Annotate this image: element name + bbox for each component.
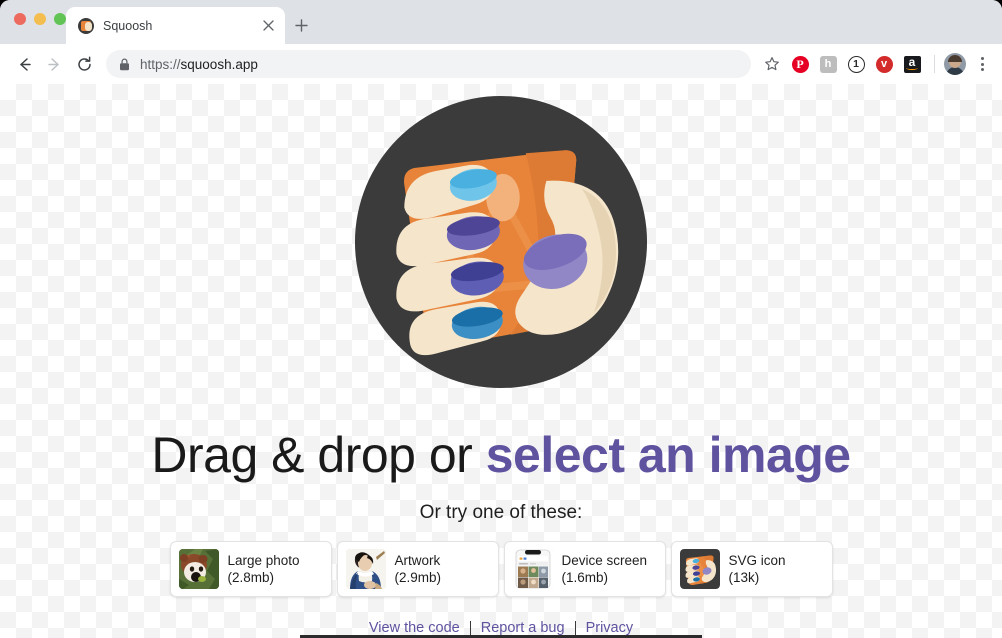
- sample-title: Large photo: [227, 552, 300, 568]
- footer-divider: [469, 620, 471, 636]
- close-tab-icon[interactable]: [259, 17, 277, 35]
- new-tab-button[interactable]: [288, 12, 314, 38]
- pinterest-glyph: P: [791, 55, 809, 73]
- device-screenshot-thumbnail: [512, 549, 553, 589]
- sample-card-svg-icon[interactable]: SVG icon (13k): [670, 541, 833, 597]
- headline-plain: Drag & drop or: [151, 427, 486, 483]
- view-the-code-link[interactable]: View the code: [369, 620, 460, 636]
- minimize-window-button[interactable]: [34, 13, 46, 25]
- profile-avatar[interactable]: [944, 53, 966, 75]
- squoosh-page: Drag & drop or select an image Or try on…: [0, 84, 1002, 638]
- url-host: squoosh.app: [180, 56, 258, 72]
- browser-tab-squoosh[interactable]: Squoosh: [66, 7, 285, 44]
- lock-icon: [119, 57, 130, 71]
- window-controls: [14, 13, 66, 25]
- sample-card-row: Large photo (2.8mb) Artwork (2.9mb) Devi…: [0, 541, 1002, 597]
- sample-size: (1.6mb): [561, 570, 609, 585]
- report-a-bug-link[interactable]: Report a bug: [481, 620, 565, 636]
- squoosh-favicon-icon: [78, 17, 94, 34]
- vimeo-extension-icon[interactable]: v: [871, 51, 897, 77]
- sample-label: Artwork (2.9mb): [395, 552, 442, 587]
- one-password-extension-icon[interactable]: 1: [843, 51, 869, 77]
- squoosh-logo-icon: [354, 95, 648, 389]
- sample-label: Device screen (1.6mb): [562, 552, 648, 587]
- footer-divider: [574, 620, 576, 636]
- browser-window: Squoosh https://squoosh.app P h 1 v a Dr…: [0, 0, 1002, 638]
- sample-title: Artwork: [394, 552, 441, 568]
- sample-size: (13k): [728, 570, 760, 585]
- extension-icons: P h 1 v a: [759, 51, 994, 77]
- one-glyph: 1: [847, 55, 865, 73]
- sample-size: (2.9mb): [394, 570, 442, 585]
- honey-glyph: h: [819, 55, 837, 73]
- artwork-painting-thumbnail: [345, 549, 386, 589]
- pinterest-extension-icon[interactable]: P: [787, 51, 813, 77]
- toolbar-divider: [934, 55, 935, 73]
- maximize-window-button[interactable]: [54, 13, 66, 25]
- close-window-button[interactable]: [14, 13, 26, 25]
- url-scheme: https://: [140, 56, 181, 72]
- sample-size: (2.8mb): [227, 570, 275, 585]
- subhead-text: Or try one of these:: [419, 502, 583, 523]
- honey-extension-icon[interactable]: h: [815, 51, 841, 77]
- tab-strip: Squoosh: [0, 0, 1002, 44]
- footer-links: View the code Report a bug Privacy: [0, 620, 1002, 636]
- sample-label: Large photo (2.8mb): [228, 552, 300, 587]
- sample-title: Device screen: [561, 552, 648, 568]
- privacy-link[interactable]: Privacy: [586, 620, 634, 636]
- back-button[interactable]: [10, 50, 38, 78]
- reload-button[interactable]: [70, 50, 98, 78]
- browser-toolbar: https://squoosh.app P h 1 v a: [0, 44, 1002, 84]
- url-text: https://squoosh.app: [140, 57, 258, 72]
- select-an-image-link[interactable]: select an image: [486, 427, 851, 483]
- sample-card-device-screen[interactable]: Device screen (1.6mb): [503, 541, 666, 597]
- forward-button[interactable]: [40, 50, 68, 78]
- tab-title: Squoosh: [103, 18, 153, 33]
- sample-label: SVG icon (13k): [729, 552, 786, 587]
- address-bar[interactable]: https://squoosh.app: [106, 50, 751, 78]
- amazon-glyph: a: [903, 55, 921, 73]
- sample-card-large-photo[interactable]: Large photo (2.8mb): [169, 541, 332, 597]
- sample-card-artwork[interactable]: Artwork (2.9mb): [336, 541, 499, 597]
- bookmark-star-icon[interactable]: [759, 51, 785, 77]
- chrome-menu-button[interactable]: [970, 51, 994, 77]
- red-panda-thumbnail: [178, 549, 219, 589]
- amazon-extension-icon[interactable]: a: [899, 51, 925, 77]
- logo-container: [0, 84, 1002, 390]
- page-title: Drag & drop or select an image: [0, 430, 1002, 480]
- v-glyph: v: [875, 55, 893, 73]
- squoosh-logo-thumbnail: [679, 549, 720, 589]
- sample-title: SVG icon: [728, 552, 786, 568]
